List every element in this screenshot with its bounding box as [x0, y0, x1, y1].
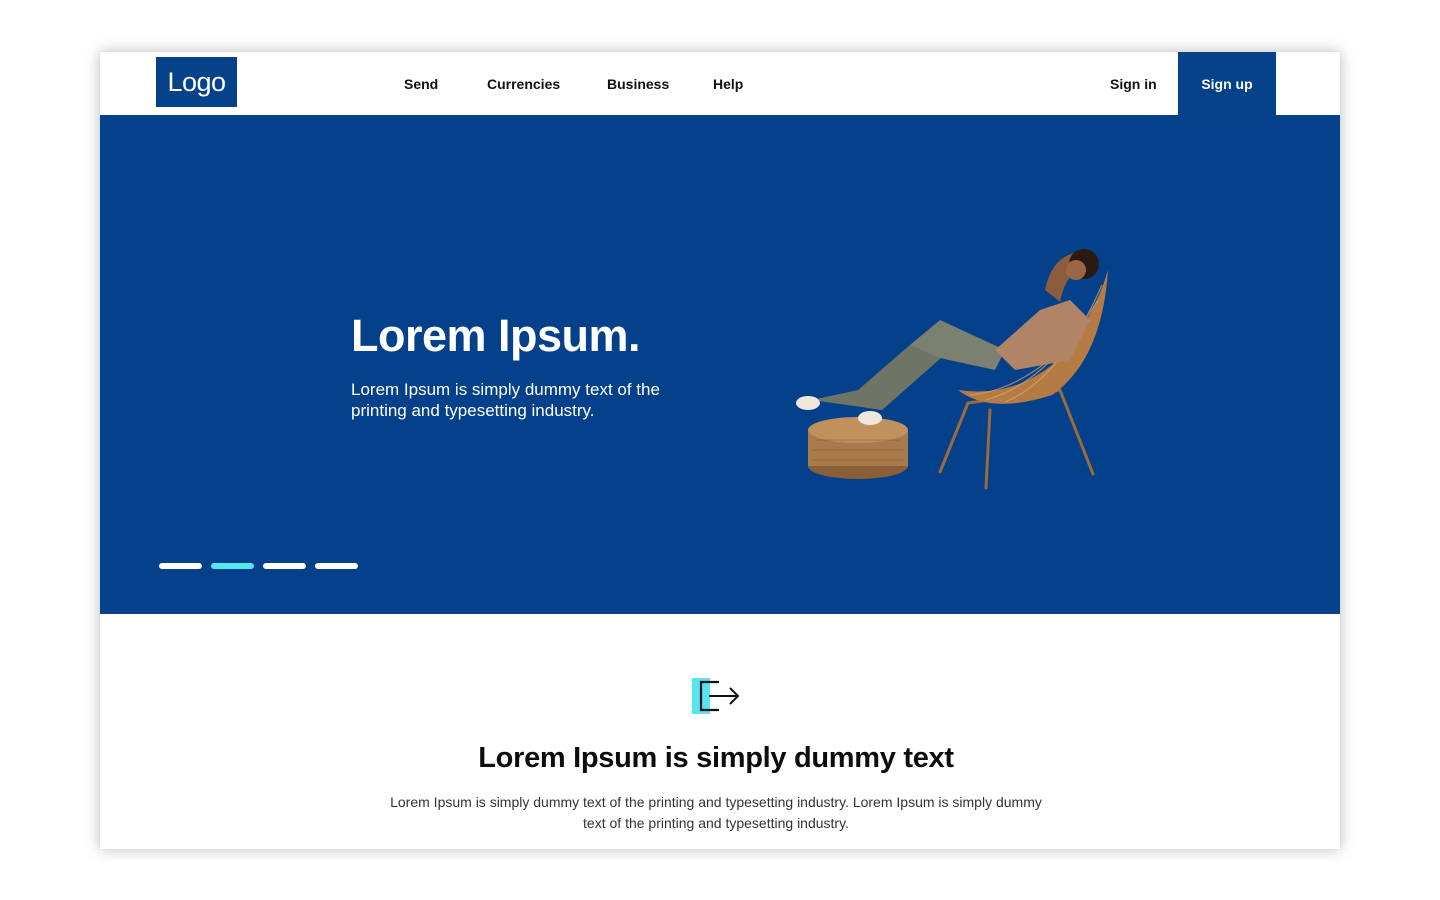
nav-business[interactable]: Business: [607, 76, 669, 92]
carousel-dot-3[interactable]: [263, 563, 306, 569]
sign-in-link[interactable]: Sign in: [1110, 76, 1157, 92]
exit-arrow-icon: [692, 678, 740, 714]
hero-banner: Lorem Ipsum. Lorem Ipsum is simply dummy…: [100, 115, 1340, 614]
woman-relaxing-in-chair-illustration: [796, 249, 1108, 490]
hero-title: Lorem Ipsum.: [351, 310, 641, 361]
feature-description: Lorem Ipsum is simply dummy text of the …: [390, 794, 1042, 831]
carousel-dot-4[interactable]: [315, 563, 358, 569]
sign-up-button[interactable]: Sign up: [1178, 52, 1276, 115]
hero-subtitle: Lorem Ipsum is simply dummy text of the …: [351, 380, 660, 420]
site-header: Logo Send Currencies Business Help Sign …: [100, 52, 1340, 115]
carousel-dot-2[interactable]: [211, 563, 254, 569]
feature-title: Lorem Ipsum is simply dummy text: [478, 742, 954, 774]
nav-currencies[interactable]: Currencies: [487, 76, 560, 92]
carousel-dot-1[interactable]: [159, 563, 202, 569]
page-frame: Logo Send Currencies Business Help Sign …: [100, 52, 1340, 849]
logo[interactable]: Logo: [156, 57, 237, 107]
nav-help[interactable]: Help: [713, 76, 743, 92]
nav-send[interactable]: Send: [404, 76, 438, 92]
